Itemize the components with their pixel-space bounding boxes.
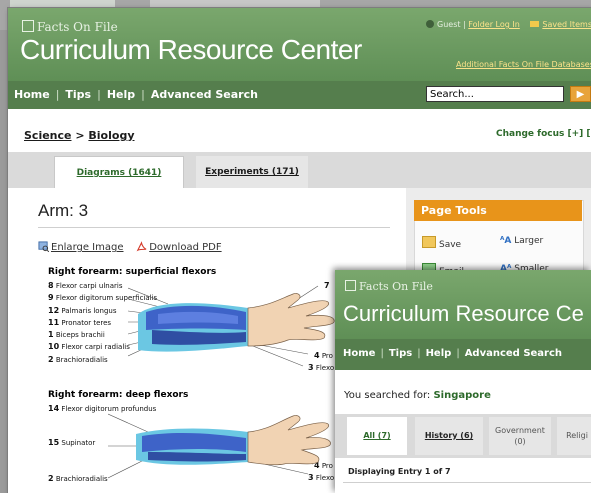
forearm-superficial-illustration: [128, 285, 335, 367]
item-actions: Enlarge Image Download PDF: [38, 241, 222, 253]
save-folder-icon: [422, 236, 436, 248]
saved-items-link[interactable]: Saved Items: [542, 20, 591, 29]
search-results-window: Facts On File Curriculum Resource Ce Hom…: [335, 270, 591, 493]
item-title: Arm: 3: [38, 201, 89, 220]
enlarge-image-icon: [38, 241, 49, 252]
nav-tips[interactable]: Tips: [389, 348, 412, 359]
nav-tips[interactable]: Tips: [65, 88, 91, 101]
search-input[interactable]: Search...: [426, 86, 564, 102]
figure-heading-superficial: Right forearm: superficial flexors: [48, 267, 217, 277]
figure-label: 2 Brachioradialis: [48, 474, 108, 483]
tab-history[interactable]: History (6): [415, 417, 483, 455]
site-title: Curriculum Resource Ce: [343, 301, 584, 326]
result-count: Displaying Entry 1 of 7: [348, 467, 451, 476]
tab-all[interactable]: All (7): [347, 417, 407, 455]
search-summary-label: You searched for:: [344, 390, 431, 401]
search-go-button[interactable]: ▶: [570, 86, 591, 102]
breadcrumb: Science > Biology: [24, 129, 135, 142]
site-title: Curriculum Resource Center: [20, 34, 362, 65]
figure-label: 15 Supinator: [48, 438, 96, 447]
tab-experiments[interactable]: Experiments (171): [196, 156, 308, 188]
background-window-strip: [150, 0, 320, 8]
additional-databases-link[interactable]: Additional Facts On File Databases: [456, 60, 591, 69]
change-focus-control[interactable]: Change focus [+] [–]: [496, 129, 591, 139]
nav-advanced-search[interactable]: Advanced Search: [151, 88, 258, 101]
breadcrumb-biology[interactable]: Biology: [88, 129, 134, 142]
nav-home[interactable]: Home: [14, 88, 50, 101]
tab-diagrams[interactable]: Diagrams (1641): [54, 156, 184, 188]
main-nav: Home | Tips | Help | Advanced Search: [14, 88, 258, 101]
nav-help[interactable]: Help: [426, 348, 452, 359]
search-summary: You searched for: Singapore: [344, 390, 491, 401]
divider: [343, 482, 591, 483]
folder-icon: [530, 21, 540, 27]
download-pdf-link[interactable]: Download PDF: [149, 242, 221, 253]
divider: [38, 227, 390, 228]
logo-checkbox-icon: [22, 20, 34, 32]
breadcrumb-science[interactable]: Science: [24, 129, 72, 142]
nav-advanced-search[interactable]: Advanced Search: [465, 348, 562, 359]
tab-religion[interactable]: Religi: [557, 417, 591, 455]
guest-label: Guest: [437, 20, 461, 29]
enlarge-image-link[interactable]: Enlarge Image: [51, 242, 124, 253]
facts-on-file-logo[interactable]: Facts On File: [345, 280, 433, 293]
nav-home[interactable]: Home: [343, 348, 375, 359]
forearm-deep-illustration: [108, 413, 331, 479]
user-icon: [426, 20, 434, 28]
folder-login-link[interactable]: Folder Log In: [468, 20, 520, 29]
text-size-larger-icon: ᴬA: [500, 236, 512, 246]
nav-help[interactable]: Help: [107, 88, 135, 101]
larger-text-tool[interactable]: ᴬA Larger: [500, 236, 543, 246]
logo-checkbox-icon: [345, 280, 356, 291]
save-tool[interactable]: Save: [422, 236, 461, 250]
pdf-icon: [136, 241, 147, 252]
tab-government[interactable]: Government (0): [489, 417, 551, 455]
search-term: Singapore: [433, 390, 491, 401]
figure-heading-deep: Right forearm: deep flexors: [48, 390, 189, 400]
breadcrumb-separator: >: [75, 129, 85, 142]
user-bar: Guest | Folder Log In Saved Items: [426, 20, 591, 29]
main-nav: Home | Tips | Help | Advanced Search: [343, 348, 563, 359]
page-tools-heading: Page Tools: [414, 200, 582, 221]
facts-on-file-logo[interactable]: Facts On File: [22, 20, 118, 34]
